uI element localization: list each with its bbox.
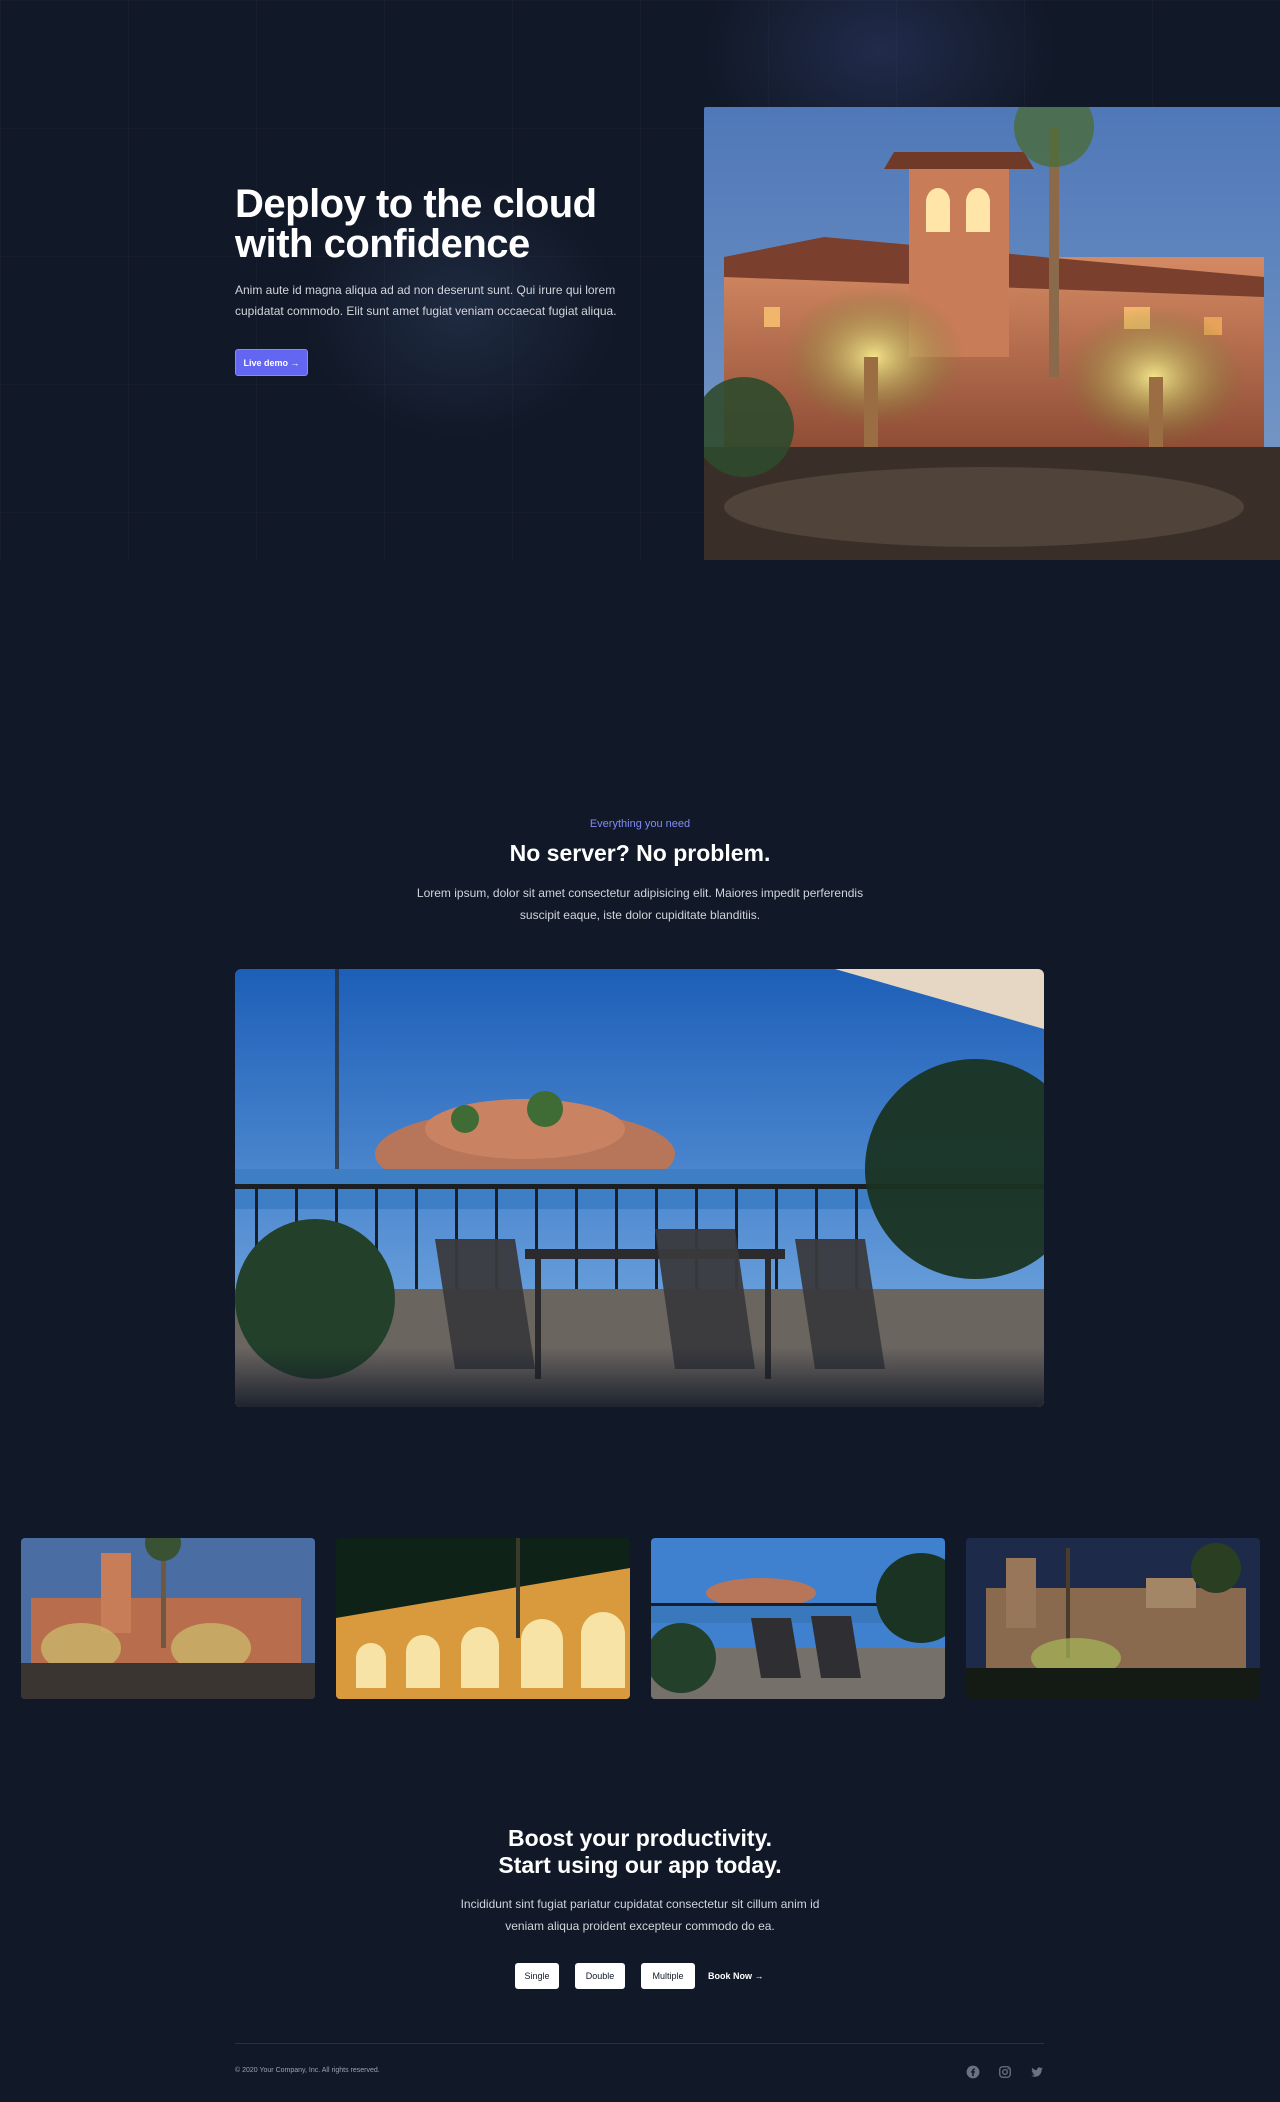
gallery-image-terrace[interactable] xyxy=(651,1538,945,1699)
hero-description: Anim aute id magna aliqua ad ad non dese… xyxy=(235,283,617,318)
cta-description: Incididunt sint fugiat pariatur cupidata… xyxy=(460,1897,820,1933)
hero-title-line1: Deploy to the cloud xyxy=(235,182,597,226)
gallery-image-hotel-dusk[interactable] xyxy=(21,1538,315,1699)
twitter-icon[interactable] xyxy=(1030,2065,1044,2079)
cta-title: Boost your productivity. Start using our… xyxy=(0,1825,1280,1879)
cta-title-line2: Start using our app today. xyxy=(498,1852,782,1878)
section-title: No server? No problem. xyxy=(509,840,771,866)
section-eyebrow: Everything you need xyxy=(589,818,691,830)
option-single-button[interactable]: Single xyxy=(515,1963,559,1989)
feature-image-fade xyxy=(235,1347,1044,1407)
footer-divider xyxy=(235,2043,1044,2044)
facebook-icon[interactable] xyxy=(966,2065,980,2079)
book-now-link[interactable]: Book Now → xyxy=(708,1963,764,1989)
hero-image-hotel-tower xyxy=(704,107,1280,560)
cta-title-line1: Boost your productivity. xyxy=(507,1825,773,1851)
live-demo-button[interactable]: Live demo → xyxy=(235,349,308,376)
hero-title-line2: with confidence xyxy=(235,222,530,266)
feature-image-terrace xyxy=(235,969,1044,1407)
instagram-icon[interactable] xyxy=(998,2065,1012,2079)
hero-title: Deploy to the cloud with confidence xyxy=(235,184,655,264)
option-double-button[interactable]: Double xyxy=(575,1963,625,1989)
landing-page: Deploy to the cloud with confidence Anim… xyxy=(0,0,1280,2102)
gallery-image-hotel-night[interactable] xyxy=(966,1538,1260,1699)
gallery-image-arcade-night[interactable] xyxy=(336,1538,630,1699)
footer-copyright: © 2020 Your Company, Inc. All rights res… xyxy=(235,2067,380,2074)
option-multiple-button[interactable]: Multiple xyxy=(641,1963,695,1989)
section-description: Lorem ipsum, dolor sit amet consectetur … xyxy=(416,886,864,922)
